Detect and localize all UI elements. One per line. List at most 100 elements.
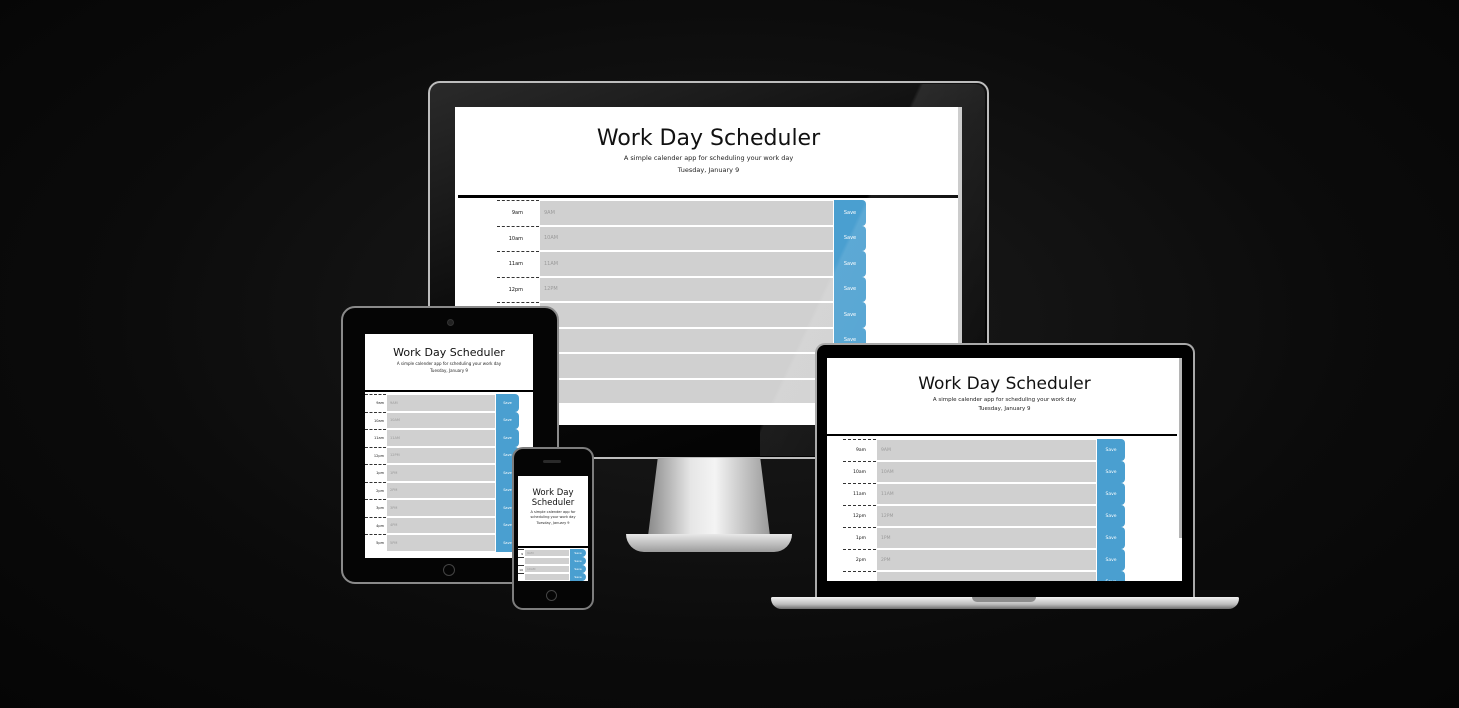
time-block-list: 9am9AMSave10am10AMSave11am11AMSave12pm12… [365,392,533,552]
time-block-row: 2pm 2PM Save [843,549,1182,571]
event-input[interactable]: 12PM [876,505,1097,527]
hour-label: 3pm [365,499,386,517]
time-block-row: 4pm 4PM Save [365,516,533,535]
save-button[interactable]: Save [1097,549,1125,571]
time-block-row: 10am10AMSave [843,461,1182,483]
time-block-row: 3pm 3PM Save [365,499,533,517]
time-block-row: 11am11AMSave [843,483,1182,505]
monitor-stand-neck [648,458,770,536]
current-date: Tuesday, January 9 [978,406,1031,412]
hour-label: 9am [497,200,539,226]
time-block-row: Save [843,571,1182,581]
hour-label: 12pm [497,276,539,303]
save-button[interactable]: Save [496,394,519,412]
time-block-row: 9 9AM Save [518,549,588,557]
time-block-list: 9am9AMSave10am10AMSave11am11AMSave12pm12… [827,436,1182,581]
page-title: Work Day Scheduler [918,374,1091,394]
event-input[interactable]: 9AM [524,549,570,557]
event-input[interactable]: 5PM [386,534,496,552]
hour-label: 11am [497,251,539,277]
hour-label: 9am [843,439,876,461]
hour-label: 9am [365,394,386,412]
hour-label: 10am [497,225,539,252]
phone-header: Work Day Scheduler A simple calender app… [518,476,588,546]
time-block-row: 1pm 1PM Save [365,464,533,482]
page-subtitle: A simple calender app for scheduling you… [932,397,1077,403]
time-block-row: Save [518,557,588,565]
page-title: Work Day Scheduler [393,346,505,359]
scrollbar[interactable] [1179,358,1182,538]
time-block-row: 2pm 2PM Save [365,481,533,500]
save-button[interactable]: Save [1097,483,1125,505]
page-title-line-2: Scheduler [531,498,575,508]
time-block-list: 9 9AM Save Save 10 10AM Save Save [518,548,588,581]
tablet-header: Work Day Scheduler A simple calender app… [365,334,533,390]
time-block-row: 10am10AMSave [365,411,533,430]
event-input[interactable]: 4PM [386,516,496,534]
save-button[interactable]: Save [570,557,586,565]
event-input[interactable]: 9AM [386,394,496,412]
event-input[interactable]: 12PM [386,446,496,464]
hour-label: 10am [365,411,386,430]
save-button[interactable]: Save [1097,527,1125,549]
event-input[interactable] [524,557,570,565]
event-input[interactable]: 3PM [386,499,496,517]
camera-icon [447,319,454,326]
home-button[interactable] [443,564,455,576]
time-block-row: 9am9AMSave [365,394,533,412]
current-date: Tuesday, January 9 [430,368,468,373]
tablet-screen: Work Day Scheduler A simple calender app… [365,334,533,558]
hour-label: 12pm [843,505,876,527]
event-input[interactable]: 2PM [876,549,1097,571]
hour-label: 1pm [365,464,386,482]
event-input[interactable]: 11AM [386,429,496,447]
phone-screen: Work Day Scheduler A simple calender app… [518,476,588,581]
hour-label: 12pm [365,446,386,465]
hour-label: 5pm [365,534,386,552]
page-subtitle: A simple calender app for scheduling you… [530,510,576,519]
save-button[interactable]: Save [570,549,586,557]
hour-label: 2pm [843,549,876,571]
save-button[interactable]: Save [1097,461,1125,483]
hour-label: 11am [365,429,386,447]
event-input[interactable]: 10AM [876,461,1097,483]
time-block-row: 10 10AM Save [518,565,588,573]
current-date: Tuesday, January 9 [536,521,570,525]
save-button[interactable]: Save [1097,439,1125,461]
event-input[interactable]: 1PM [386,464,496,482]
save-button[interactable]: Save [570,573,586,581]
hour-label: 1pm [843,527,876,549]
time-block-row: 12pm12PMSave [365,446,533,465]
save-button[interactable]: Save [570,565,586,573]
page-title-line-1: Work Day [532,488,574,498]
event-input[interactable]: 2PM [386,481,496,499]
event-input[interactable]: 10AM [524,565,570,573]
hour-label: 11am [843,483,876,505]
hour-label: 10am [843,461,876,483]
home-button[interactable] [546,590,557,601]
event-input[interactable]: 10AM [386,411,496,429]
save-button[interactable]: Save [496,429,519,447]
event-input[interactable]: 9AM [876,439,1097,461]
event-input[interactable] [524,573,570,581]
save-button[interactable]: Save [1097,571,1125,581]
event-input[interactable]: 1PM [876,527,1097,549]
laptop-screen: Work Day Scheduler A simple calender app… [827,358,1182,581]
hour-label: 2pm [365,481,386,500]
event-input[interactable] [876,571,1097,581]
hour-label [843,571,876,581]
time-block-row: 5pm 5PM Save [365,534,533,552]
speaker-icon [543,460,561,463]
time-block-row: 12pm12PMSave [843,505,1182,527]
save-button[interactable]: Save [1097,505,1125,527]
laptop-header: Work Day Scheduler A simple calender app… [827,358,1182,434]
time-block-row: 11am11AMSave [365,429,533,447]
page-subtitle: A simple calender app for scheduling you… [396,361,502,366]
event-input[interactable]: 11AM [876,483,1097,505]
monitor-stand-base [626,534,792,552]
save-button[interactable]: Save [496,411,519,429]
laptop-notch [972,597,1036,602]
hour-label: 4pm [365,516,386,535]
time-block-row: 1pm 1PM Save [843,527,1182,549]
time-block-row: Save [518,573,588,581]
